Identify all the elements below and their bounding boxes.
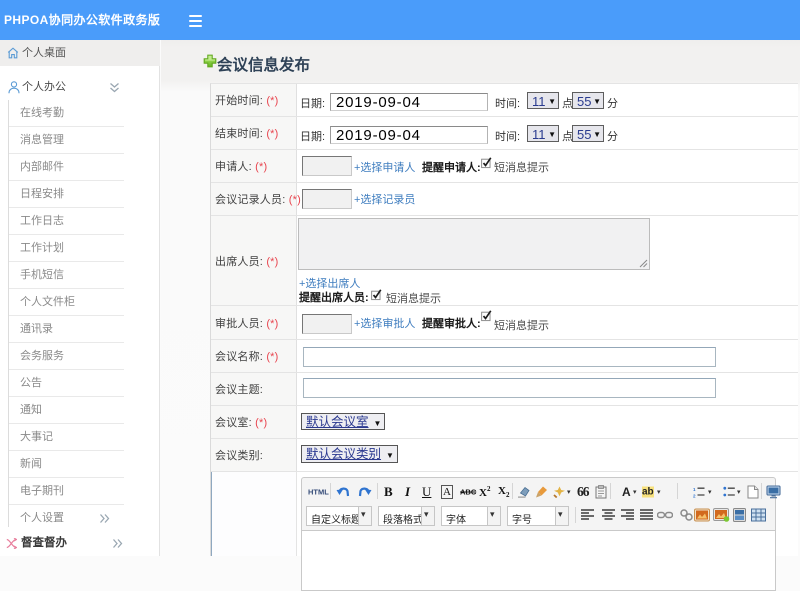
svg-text:1: 1 <box>693 486 696 491</box>
svg-text:2: 2 <box>693 493 696 498</box>
